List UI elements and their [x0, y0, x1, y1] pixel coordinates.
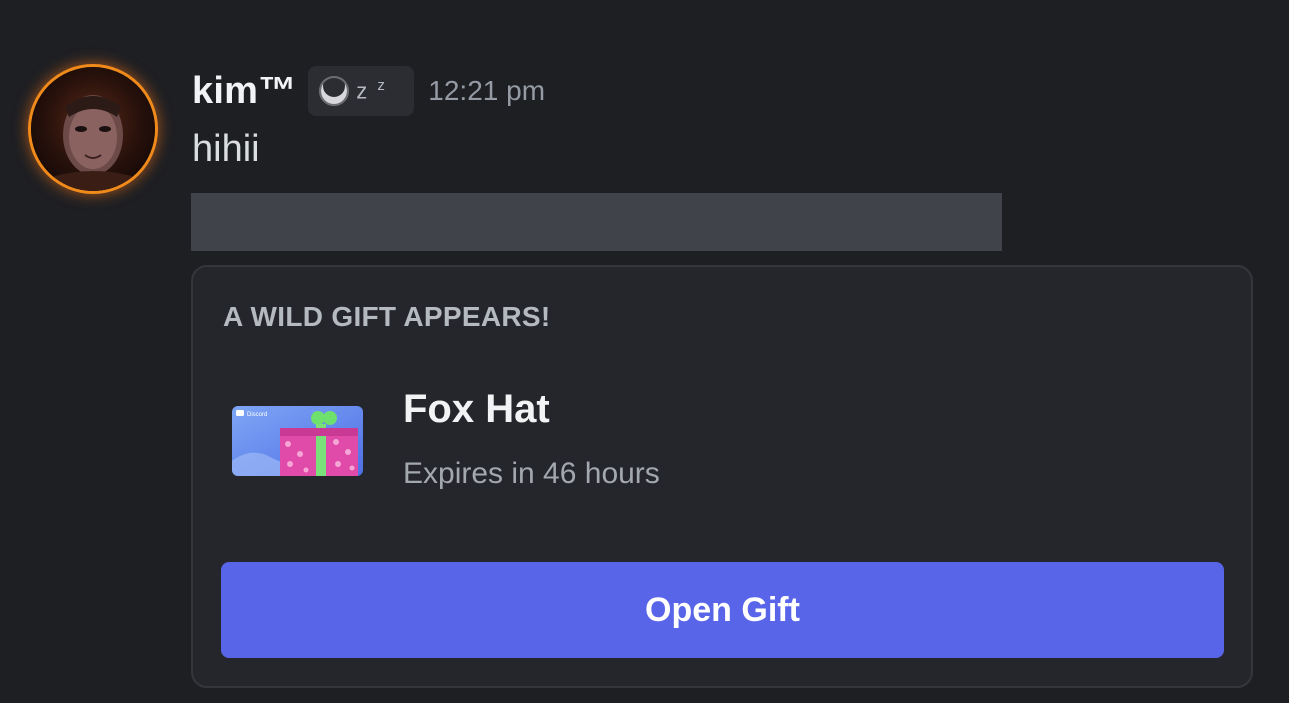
- status-badge[interactable]: z z: [308, 66, 415, 116]
- gift-title: Fox Hat: [403, 387, 550, 431]
- avatar-image: [31, 67, 155, 191]
- message-header: kim™ z z 12:21 pm: [192, 66, 545, 116]
- moon-crescent-icon: [319, 75, 350, 106]
- username[interactable]: kim™: [192, 70, 296, 113]
- chat-message: kim™ z z 12:21 pm hihii A WILD GIFT APPE…: [0, 0, 1289, 703]
- redacted-block: [191, 193, 1002, 251]
- message-content: hihii: [192, 128, 260, 170]
- gift-heading: A WILD GIFT APPEARS!: [223, 301, 551, 332]
- gift-thumbnail: Discord: [232, 406, 363, 476]
- open-gift-button[interactable]: Open Gift: [221, 562, 1224, 658]
- gift-card: A WILD GIFT APPEARS! Discord Fox Hat Exp…: [191, 265, 1253, 688]
- timestamp: 12:21 pm: [428, 75, 546, 106]
- status-text: z z: [356, 77, 387, 104]
- thumbnail-brand-label: Discord: [247, 412, 267, 418]
- gift-expiry: Expires in 46 hours: [403, 457, 660, 490]
- avatar[interactable]: [31, 67, 155, 191]
